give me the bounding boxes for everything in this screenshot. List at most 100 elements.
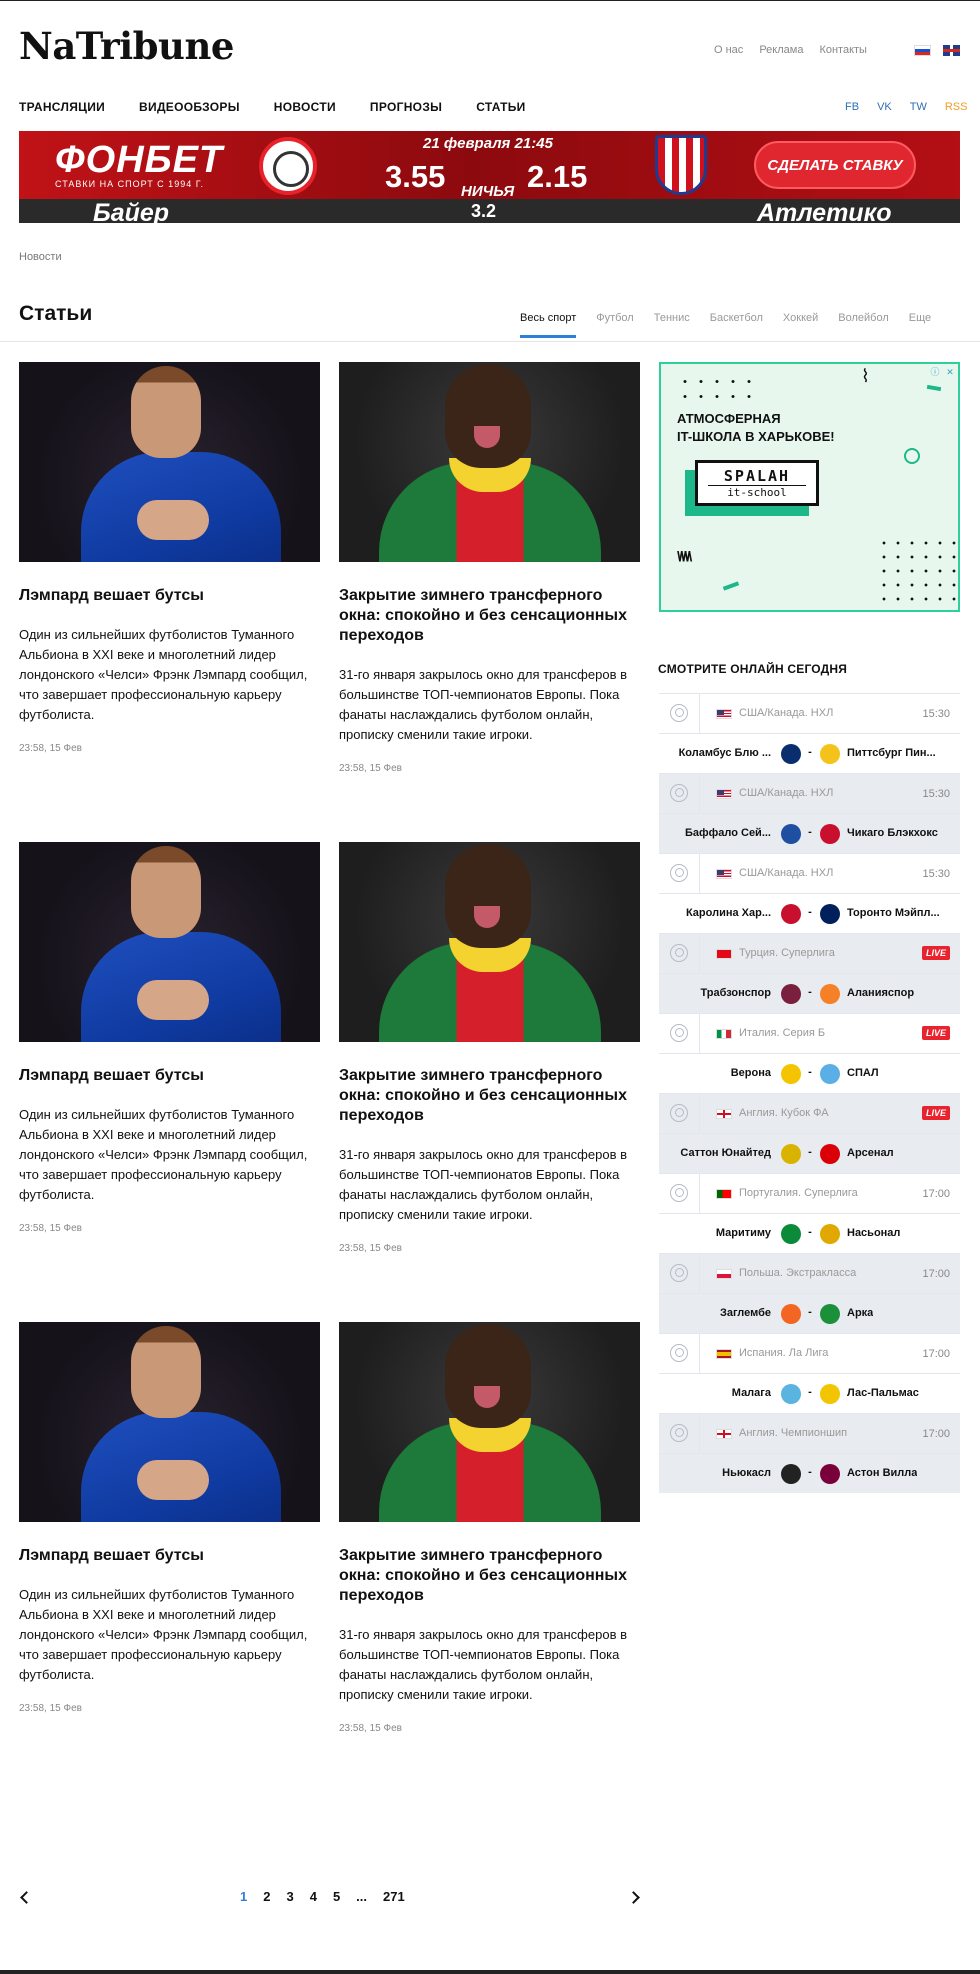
article-image[interactable]	[339, 1322, 640, 1522]
nav-item-predictions[interactable]: ПРОГНОЗЫ	[370, 100, 442, 114]
match-league[interactable]: Испания. Ла Лига	[739, 1347, 828, 1359]
article-title[interactable]: Закрытие зимнего трансферного окна: спок…	[339, 1066, 640, 1126]
tab-basketball[interactable]: Баскетбол	[710, 312, 763, 338]
away-team[interactable]: Арсенал	[847, 1147, 894, 1159]
match-league[interactable]: Португалия. Суперлига	[739, 1187, 858, 1199]
page-1[interactable]: 1	[240, 1889, 247, 1904]
place-bet-button[interactable]: СДЕЛАТЬ СТАВКУ	[754, 141, 916, 189]
nav-item-broadcasts[interactable]: ТРАНСЛЯЦИИ	[19, 100, 105, 114]
article-card[interactable]: Лэмпард вешает бутсы Один из сильнейших …	[19, 1322, 320, 1714]
home-team[interactable]: Верона	[731, 1067, 771, 1079]
home-team[interactable]: Заглембе	[720, 1307, 771, 1319]
match-league[interactable]: Польша. Экстракласса	[739, 1267, 856, 1279]
pagination-prev-icon[interactable]	[18, 1890, 32, 1904]
nav-item-articles[interactable]: СТАТЬИ	[476, 100, 525, 114]
ad-close-icon[interactable]: ✕	[944, 366, 956, 378]
match-teams[interactable]: Маритиму - Насьонал	[659, 1214, 960, 1253]
match-item[interactable]: США/Канада. НХЛ 15:30 Коламбус Блю ... - Пит…	[659, 693, 960, 773]
match-item[interactable]: Польша. Экстракласса 17:00 Заглембе - Арка	[659, 1253, 960, 1333]
betting-banner[interactable]: ФОНБЕТ СТАВКИ НА СПОРТ С 1994 Г. 21 февр…	[19, 131, 960, 223]
match-league[interactable]: США/Канада. НХЛ	[739, 787, 833, 799]
ad-banner[interactable]: ⓘ ✕ ⌇ АТМОСФЕРНАЯ IT-ШКОЛА В ХАРЬКОВЕ! S…	[659, 362, 960, 612]
away-team[interactable]: СПАЛ	[847, 1067, 879, 1079]
article-card[interactable]: Закрытие зимнего трансферного окна: спок…	[339, 362, 640, 774]
page-3[interactable]: 3	[286, 1889, 293, 1904]
article-title[interactable]: Лэмпард вешает бутсы	[19, 586, 320, 606]
match-teams[interactable]: Каролина Хар... - Торонто Мэйпл...	[659, 894, 960, 933]
home-team[interactable]: Каролина Хар...	[686, 907, 771, 919]
page-last[interactable]: 271	[383, 1889, 405, 1904]
nav-item-news[interactable]: НОВОСТИ	[274, 100, 336, 114]
away-team[interactable]: Питтсбург Пин...	[847, 747, 936, 759]
tab-more[interactable]: Еще	[909, 312, 931, 338]
article-title[interactable]: Закрытие зимнего трансферного окна: спок…	[339, 586, 640, 646]
home-team[interactable]: Баффало Сей...	[685, 827, 771, 839]
breadcrumb[interactable]: Новости	[19, 251, 62, 263]
away-team[interactable]: Торонто Мэйпл...	[847, 907, 940, 919]
match-item[interactable]: США/Канада. НХЛ 15:30 Баффало Сей... - Чикаг…	[659, 773, 960, 853]
ru-flag-icon[interactable]	[914, 45, 931, 56]
page-4[interactable]: 4	[310, 1889, 317, 1904]
ad-info-icon[interactable]: ⓘ	[929, 366, 941, 378]
match-league[interactable]: США/Канада. НХЛ	[739, 867, 833, 879]
match-teams[interactable]: Саттон Юнайтед - Арсенал	[659, 1134, 960, 1173]
pagination-next-icon[interactable]	[627, 1890, 641, 1904]
facebook-link[interactable]: FB	[845, 101, 859, 113]
article-image[interactable]	[339, 362, 640, 562]
away-team[interactable]: Насьонал	[847, 1227, 900, 1239]
article-image[interactable]	[19, 842, 320, 1042]
home-team[interactable]: Малага	[732, 1387, 771, 1399]
home-team[interactable]: Коламбус Блю ...	[679, 747, 771, 759]
away-team[interactable]: Чикаго Блэкхокс	[847, 827, 938, 839]
page-2[interactable]: 2	[263, 1889, 270, 1904]
article-image[interactable]	[19, 1322, 320, 1522]
match-item[interactable]: Италия. Серия Б LIVE Верона - СПАЛ	[659, 1013, 960, 1093]
match-item[interactable]: Португалия. Суперлига 17:00 Маритиму - Насьо…	[659, 1173, 960, 1253]
match-teams[interactable]: Трабзонспор - Аланияспор	[659, 974, 960, 1013]
match-item[interactable]: Испания. Ла Лига 17:00 Малага - Лас-Пальмас	[659, 1333, 960, 1413]
vk-link[interactable]: VK	[877, 101, 892, 113]
site-logo[interactable]: NaTribune	[19, 24, 234, 68]
home-team[interactable]: Саттон Юнайтед	[680, 1147, 771, 1159]
home-team[interactable]: Маритиму	[716, 1227, 771, 1239]
article-image[interactable]	[339, 842, 640, 1042]
tab-football[interactable]: Футбол	[596, 312, 634, 338]
match-league[interactable]: Англия. Кубок ФА	[739, 1107, 829, 1119]
match-item[interactable]: Англия. Чемпионшип 17:00 Ньюкасл - Астон Вил…	[659, 1413, 960, 1493]
match-league[interactable]: Турция. Суперлига	[739, 947, 835, 959]
article-card[interactable]: Закрытие зимнего трансферного окна: спок…	[339, 1322, 640, 1734]
rss-link[interactable]: RSS	[945, 101, 968, 113]
advertising-link[interactable]: Реклама	[759, 44, 803, 56]
tab-all-sports[interactable]: Весь спорт	[520, 312, 577, 338]
match-teams[interactable]: Коламбус Блю ... - Питтсбург Пин...	[659, 734, 960, 773]
tab-hockey[interactable]: Хоккей	[783, 312, 818, 338]
away-team[interactable]: Астон Вилла	[847, 1467, 917, 1479]
about-link[interactable]: О нас	[714, 44, 743, 56]
away-team[interactable]: Арка	[847, 1307, 873, 1319]
article-card[interactable]: Лэмпард вешает бутсы Один из сильнейших …	[19, 362, 320, 754]
article-card[interactable]: Лэмпард вешает бутсы Один из сильнейших …	[19, 842, 320, 1234]
tab-tennis[interactable]: Теннис	[654, 312, 690, 338]
match-teams[interactable]: Заглембе - Арка	[659, 1294, 960, 1333]
article-title[interactable]: Лэмпард вешает бутсы	[19, 1546, 320, 1566]
match-teams[interactable]: Ньюкасл - Астон Вилла	[659, 1454, 960, 1493]
uk-flag-icon[interactable]	[943, 45, 960, 56]
article-title[interactable]: Закрытие зимнего трансферного окна: спок…	[339, 1546, 640, 1606]
home-team[interactable]: Трабзонспор	[700, 987, 771, 999]
match-league[interactable]: Англия. Чемпионшип	[739, 1427, 847, 1439]
match-teams[interactable]: Малага - Лас-Пальмас	[659, 1374, 960, 1413]
match-item[interactable]: Турция. Суперлига LIVE Трабзонспор - Аланияс…	[659, 933, 960, 1013]
contacts-link[interactable]: Контакты	[819, 44, 867, 56]
nav-item-videos[interactable]: ВИДЕООБЗОРЫ	[139, 100, 240, 114]
article-title[interactable]: Лэмпард вешает бутсы	[19, 1066, 320, 1086]
away-team[interactable]: Аланияспор	[847, 987, 914, 999]
away-team[interactable]: Лас-Пальмас	[847, 1387, 919, 1399]
tab-volleyball[interactable]: Волейбол	[838, 312, 889, 338]
article-card[interactable]: Закрытие зимнего трансферного окна: спок…	[339, 842, 640, 1254]
article-image[interactable]	[19, 362, 320, 562]
match-league[interactable]: Италия. Серия Б	[739, 1027, 825, 1039]
match-teams[interactable]: Верона - СПАЛ	[659, 1054, 960, 1093]
home-team[interactable]: Ньюкасл	[722, 1467, 771, 1479]
match-item[interactable]: США/Канада. НХЛ 15:30 Каролина Хар... - Торо…	[659, 853, 960, 933]
match-item[interactable]: Англия. Кубок ФА LIVE Саттон Юнайтед - Арсен…	[659, 1093, 960, 1173]
